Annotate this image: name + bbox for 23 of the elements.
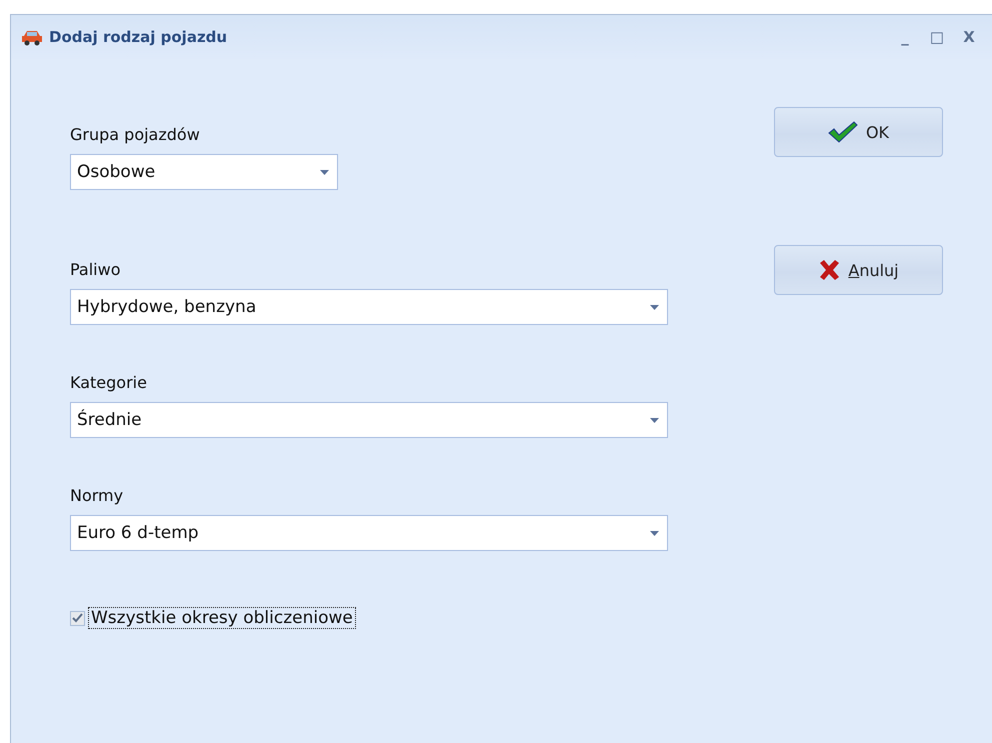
maximize-button[interactable]: □ [924,28,950,46]
checkbox[interactable] [70,610,85,626]
dropdown-caret-icon [320,170,329,174]
field-label: Normy [70,486,124,505]
dropdown-field[interactable]: Euro 6 d-temp [70,515,668,551]
minimize-button[interactable]: _ [892,28,918,46]
dropdown-field[interactable]: Osobowe [70,154,338,190]
field-label: Paliwo [70,260,122,279]
cross-icon [818,259,840,281]
field-label: Grupa pojazdów [70,125,201,144]
cancel-button[interactable]: Anuluj [774,245,943,295]
car-icon [21,28,43,46]
dropdown-caret-icon [650,304,659,310]
dropdown-caret-icon [650,530,659,536]
checkbox-label[interactable]: Wszystkie okresy obliczeniowe [88,607,356,629]
dropdown-field[interactable]: Hybrydowe, benzyna [70,289,668,325]
dropdown-caret-icon [650,418,659,422]
checkmark-icon [828,121,858,143]
ok-button[interactable]: OK [774,107,943,157]
dropdown-field[interactable]: Średnie [70,402,668,438]
close-button[interactable]: X [956,28,982,46]
field-label: Kategorie [70,373,148,392]
window-title: Dodaj rodzaj pojazdu [49,28,228,46]
